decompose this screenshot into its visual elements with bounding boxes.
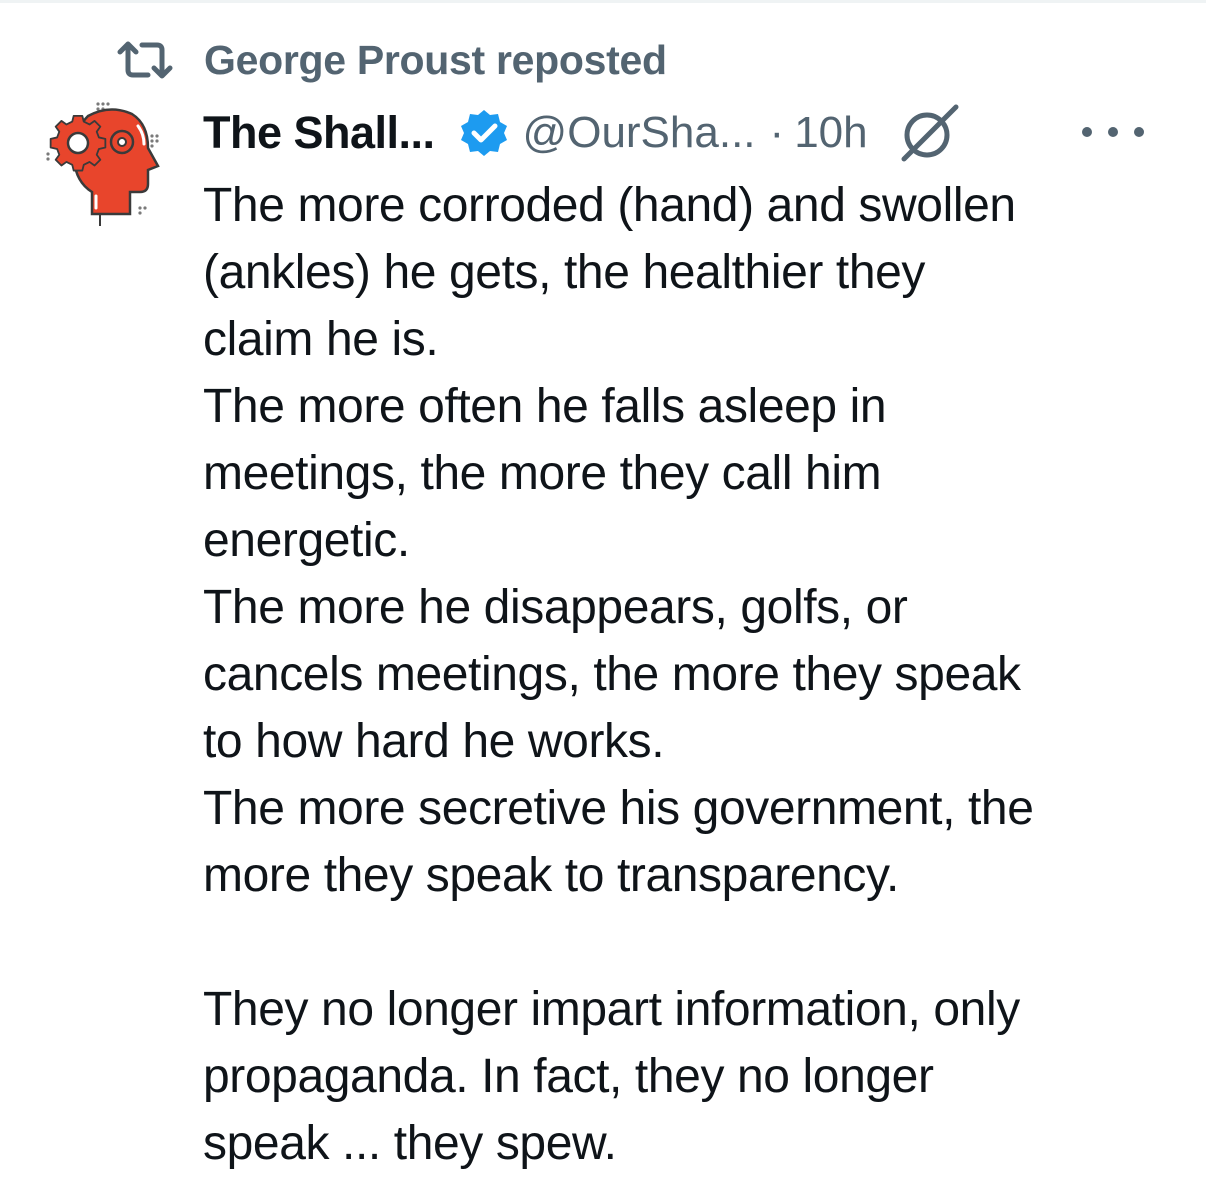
- tweet-line: The more corroded (hand) and swollen: [203, 179, 1016, 232]
- more-options-button[interactable]: [1082, 114, 1144, 150]
- gear-head-avatar-icon: [46, 102, 160, 226]
- tweet-line: The more often he falls asleep in: [203, 380, 887, 433]
- repost-icon: [116, 40, 174, 80]
- tweet-line: speak ... they spew.: [203, 1117, 617, 1170]
- display-name[interactable]: The Shall...: [203, 107, 435, 159]
- tweet-line: cancels meetings, the more they speak: [203, 648, 1021, 701]
- more-options-icon: [1082, 127, 1092, 137]
- user-handle[interactable]: @OurSha...: [523, 108, 756, 158]
- timestamp[interactable]: 10h: [794, 108, 867, 158]
- tweet-line: energetic.: [203, 514, 410, 567]
- avatar[interactable]: [40, 96, 180, 230]
- tweet-line: meetings, the more they call him: [203, 447, 882, 500]
- verified-badge-icon[interactable]: [459, 108, 509, 158]
- tweet-header: The Shall... @OurSha... · 10h: [203, 102, 960, 164]
- tweet-line: They no longer impart information, only: [203, 983, 1020, 1036]
- tweet-line: propaganda. In fact, they no longer: [203, 1050, 934, 1103]
- tweet-line: (ankles) he gets, the healthier they: [203, 246, 926, 299]
- more-options-icon: [1134, 127, 1144, 137]
- tweet-line: to how hard he works.: [203, 715, 665, 768]
- more-options-icon: [1108, 127, 1118, 137]
- repost-label[interactable]: George Proust reposted: [204, 37, 667, 84]
- tweet-line: claim he is.: [203, 313, 439, 366]
- tweet-line: more they speak to transparency.: [203, 849, 899, 902]
- top-divider: [0, 0, 1206, 3]
- tweet-line: The more secretive his government, the: [203, 782, 1034, 835]
- separator-dot: ·: [769, 108, 785, 157]
- tweet-text: The more corroded (hand) and swollen (an…: [203, 172, 1193, 1177]
- grok-icon[interactable]: [898, 103, 960, 163]
- tweet-line: The more he disappears, golfs, or: [203, 581, 908, 634]
- repost-row[interactable]: George Proust reposted: [116, 34, 667, 86]
